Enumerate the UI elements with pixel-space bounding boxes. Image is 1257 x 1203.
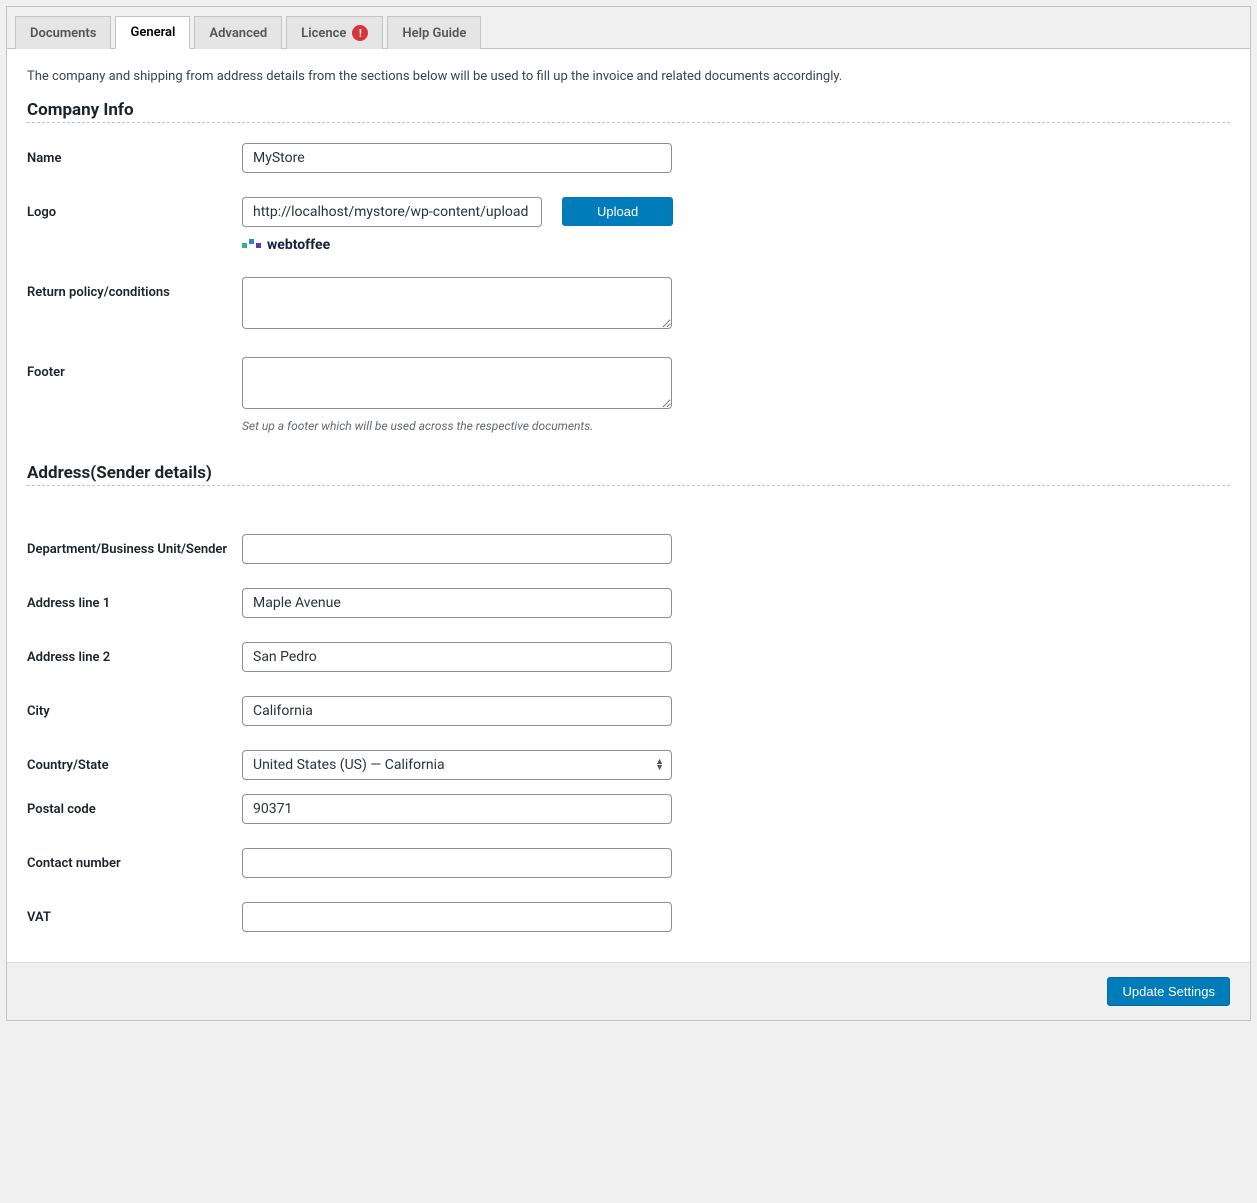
label-footer: Footer [27, 357, 242, 380]
logo-input[interactable] [242, 197, 542, 227]
update-settings-button[interactable]: Update Settings [1107, 977, 1230, 1006]
tab-general[interactable]: General [115, 16, 190, 49]
postal-input[interactable] [242, 794, 672, 824]
label-country: Country/State [27, 750, 242, 773]
upload-button[interactable]: Upload [562, 197, 673, 226]
logo-preview: webtoffee [242, 237, 742, 253]
contact-input[interactable] [242, 848, 672, 878]
city-input[interactable] [242, 696, 672, 726]
label-city: City [27, 696, 242, 719]
tabs-bar: Documents General Advanced Licence ! Hel… [7, 7, 1250, 49]
row-department: Department/Business Unit/Sender [27, 534, 1230, 564]
row-country: Country/State United States (US) — Calif… [27, 750, 1230, 780]
name-input[interactable] [242, 143, 672, 173]
alert-icon: ! [352, 25, 368, 41]
address2-input[interactable] [242, 642, 672, 672]
row-city: City [27, 696, 1230, 726]
row-postal: Postal code [27, 794, 1230, 824]
label-department: Department/Business Unit/Sender [27, 534, 242, 557]
label-address1: Address line 1 [27, 588, 242, 611]
footer-bar: Update Settings [7, 962, 1250, 1020]
label-return-policy: Return policy/conditions [27, 277, 242, 300]
row-return-policy: Return policy/conditions [27, 277, 1230, 333]
main-container: Documents General Advanced Licence ! Hel… [6, 6, 1251, 1021]
label-contact: Contact number [27, 848, 242, 871]
label-address2: Address line 2 [27, 642, 242, 665]
tab-licence-label: Licence [301, 26, 346, 41]
tab-licence[interactable]: Licence ! [286, 16, 383, 49]
row-footer: Footer Set up a footer which will be use… [27, 357, 1230, 433]
row-logo: Logo Upload webtoffee [27, 197, 1230, 253]
page-description: The company and shipping from address de… [27, 69, 1230, 84]
row-vat: VAT [27, 902, 1230, 932]
section-title-company: Company Info [27, 100, 1230, 123]
label-logo: Logo [27, 197, 242, 220]
tab-help-guide[interactable]: Help Guide [387, 16, 481, 49]
department-input[interactable] [242, 534, 672, 564]
row-name: Name [27, 143, 1230, 173]
company-form: Name Logo Upload [27, 143, 1230, 433]
footer-input[interactable] [242, 357, 672, 409]
country-select[interactable]: United States (US) — California [242, 750, 672, 780]
row-address2: Address line 2 [27, 642, 1230, 672]
content-area: The company and shipping from address de… [7, 49, 1250, 962]
section-title-address: Address(Sender details) [27, 463, 1230, 486]
row-contact: Contact number [27, 848, 1230, 878]
label-name: Name [27, 143, 242, 166]
footer-help-text: Set up a footer which will be used acros… [242, 419, 742, 433]
vat-input[interactable] [242, 902, 672, 932]
tab-advanced[interactable]: Advanced [194, 16, 282, 49]
tab-documents[interactable]: Documents [15, 16, 111, 49]
label-postal: Postal code [27, 794, 242, 817]
row-address1: Address line 1 [27, 588, 1230, 618]
return-policy-input[interactable] [242, 277, 672, 329]
address-form: Department/Business Unit/Sender Address … [27, 534, 1230, 932]
label-vat: VAT [27, 902, 242, 925]
logo-preview-text: webtoffee [267, 237, 330, 253]
logo-icon [242, 243, 261, 248]
address1-input[interactable] [242, 588, 672, 618]
